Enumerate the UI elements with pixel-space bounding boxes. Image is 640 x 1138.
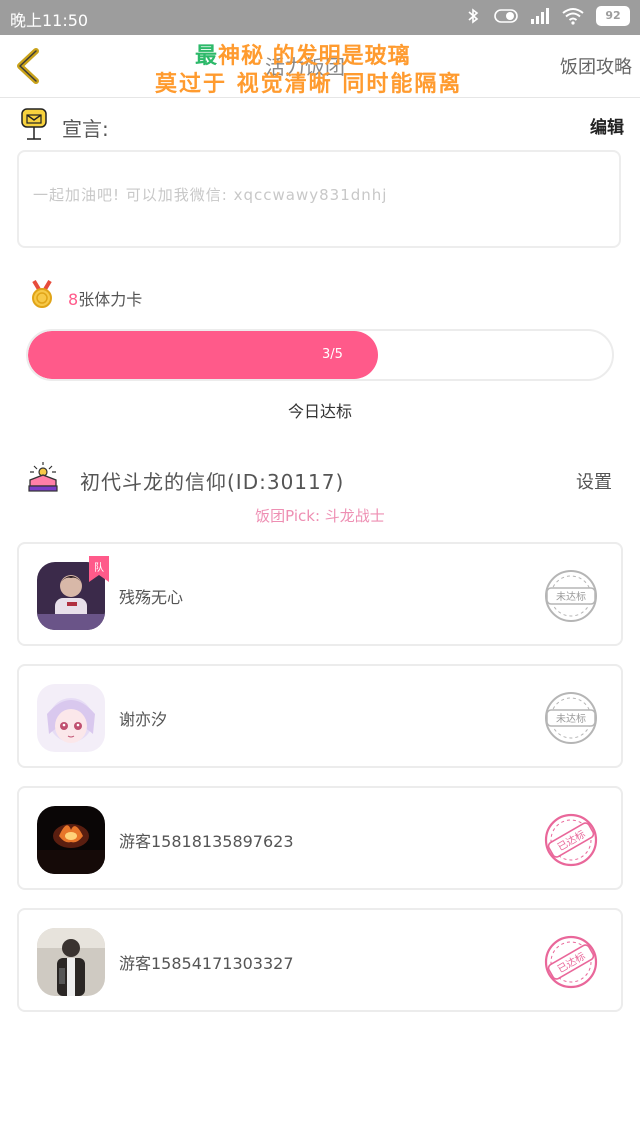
declaration-text: 一起加油吧! 可以加我微信: xqccwawy831dnhj xyxy=(33,186,388,204)
achieved-stamp-icon: 已达标 xyxy=(544,813,598,867)
group-emblem-icon xyxy=(28,462,58,492)
not-achieved-stamp-icon: 未达标 xyxy=(545,692,597,744)
stamp-text: 未达标 xyxy=(556,591,586,603)
settings-button[interactable]: 设置 xyxy=(576,468,612,494)
status-bar: 晚上11:50 92 xyxy=(0,0,640,35)
battery-indicator: 92 xyxy=(596,6,630,26)
declaration-label: 宣言: xyxy=(62,117,109,141)
guide-link[interactable]: 饭团攻略 xyxy=(560,53,632,79)
stamp-text: 未达标 xyxy=(556,713,586,725)
medal-icon xyxy=(32,279,52,308)
mailbox-icon xyxy=(21,108,47,140)
member-card[interactable]: 队 残殇无心 未达标 xyxy=(17,542,623,646)
avatar xyxy=(37,806,105,874)
leader-badge-icon: 队 xyxy=(89,556,109,582)
member-name: 谢亦汐 xyxy=(119,710,168,729)
member-card[interactable]: 谢亦汐 未达标 xyxy=(17,664,623,768)
leader-badge-text: 队 xyxy=(94,561,104,574)
alarm-toggle-icon xyxy=(494,9,518,23)
progress-bar: 3/5 xyxy=(26,329,614,381)
member-name: 游客15854171303327 xyxy=(119,954,294,973)
strength-cards: 8张体力卡 xyxy=(68,286,142,310)
signal-icon xyxy=(531,8,549,24)
cards-count: 8 xyxy=(68,290,79,309)
not-achieved-stamp-icon: 未达标 xyxy=(545,570,597,622)
status-time: 晚上11:50 xyxy=(10,11,89,30)
achieved-stamp-icon: 已达标 xyxy=(544,935,598,989)
progress-label: 3/5 xyxy=(322,347,343,362)
back-arrow-icon[interactable] xyxy=(12,47,46,85)
today-status: 今日达标 xyxy=(287,402,352,421)
declaration-box[interactable]: 一起加油吧! 可以加我微信: xqccwawy831dnhj xyxy=(17,150,621,248)
group-pick: 饭团Pick: 斗龙战士 xyxy=(255,507,385,525)
avatar xyxy=(37,684,105,752)
declaration-header: 宣言: 编辑 xyxy=(20,105,624,141)
member-card[interactable]: 游客15818135897623 已达标 xyxy=(17,786,623,890)
cards-label: 张体力卡 xyxy=(78,290,143,309)
status-icons: 92 xyxy=(464,6,630,26)
group-name: 初代斗龙的信仰(ID:30117) xyxy=(80,470,345,494)
member-name: 残殇无心 xyxy=(119,588,184,607)
edit-button[interactable]: 编辑 xyxy=(590,113,624,138)
overlay-caption-line2: 莫过于 视觉清晰 同时能隔离 xyxy=(155,72,463,97)
member-card[interactable]: 游客15854171303327 已达标 xyxy=(17,908,623,1012)
member-name: 游客15818135897623 xyxy=(119,832,294,851)
bluetooth-icon xyxy=(468,8,479,24)
avatar xyxy=(37,928,105,996)
wifi-icon xyxy=(562,8,584,25)
